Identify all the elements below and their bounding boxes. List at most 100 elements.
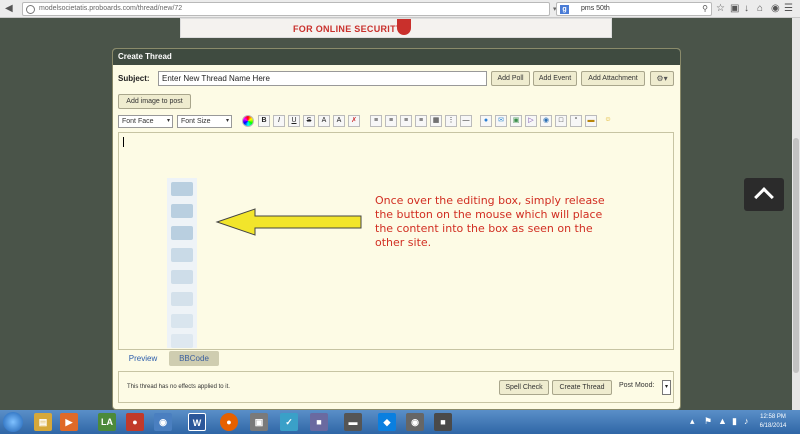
options-gear-button[interactable]: ⚙▾ [650, 71, 674, 86]
superscript-button[interactable]: A [318, 115, 330, 127]
page-scrollbar[interactable] [792, 18, 800, 410]
editor-toolbar: Font Face ▾ Font Size ▾ B I U S A A ✗ ≡ … [118, 115, 674, 130]
email-icon[interactable]: ✉ [495, 115, 507, 127]
chevron-down-icon: ▾ [225, 118, 229, 124]
globe-icon [26, 5, 35, 14]
app-icon-la[interactable]: LA [98, 413, 116, 431]
create-thread-panel: Create Thread Subject: Add Poll Add Even… [112, 48, 681, 410]
scroll-to-top-button[interactable] [744, 178, 784, 211]
align-left-icon[interactable]: ≡ [370, 115, 382, 127]
underline-button[interactable]: U [288, 115, 300, 127]
tray-volume-icon[interactable]: ♪ [744, 416, 749, 426]
search-input[interactable]: g pms 50th ⚲ [556, 2, 712, 16]
bold-button[interactable]: B [258, 115, 270, 127]
bookmarks-icon[interactable]: ▣ [730, 3, 739, 15]
video-icon[interactable]: ▷ [525, 115, 537, 127]
subject-input[interactable] [158, 71, 487, 86]
tab-bbcode[interactable]: BBCode [169, 351, 219, 366]
file-explorer-icon[interactable]: ▤ [34, 413, 52, 431]
panel-title: Create Thread [118, 52, 172, 61]
flash-icon[interactable]: ◉ [540, 115, 552, 127]
menu-icon[interactable]: ☰ [784, 3, 793, 15]
search-icon[interactable]: ⚲ [702, 4, 708, 13]
app-icon-purple[interactable]: ■ [310, 413, 328, 431]
word-icon[interactable]: W [188, 413, 206, 431]
image-thumbnail [171, 248, 193, 262]
add-image-button[interactable]: Add image to post [118, 94, 191, 109]
tray-flag-icon[interactable]: ⚑ [704, 416, 712, 427]
start-button[interactable] [3, 412, 23, 432]
dropbox-icon[interactable]: ◆ [378, 413, 396, 431]
back-icon[interactable]: ◀ [5, 3, 13, 15]
align-center-icon[interactable]: ≡ [385, 115, 397, 127]
panel-header: Create Thread [113, 49, 680, 65]
quote-icon[interactable]: “ [570, 115, 582, 127]
table-icon[interactable]: ▦ [430, 115, 442, 127]
home-icon[interactable]: ⌂ [757, 3, 763, 15]
app-icon-gray[interactable]: ▣ [250, 413, 268, 431]
thread-effects-note: This thread has no effects applied to it… [127, 384, 230, 390]
media-player-icon[interactable]: ▶ [60, 413, 78, 431]
post-mood-label: Post Mood: [619, 382, 655, 389]
post-footer: This thread has no effects applied to it… [118, 371, 674, 403]
image-thumbnail [171, 182, 193, 196]
smiley-icon[interactable]: ☺ [602, 115, 614, 127]
message-editor[interactable]: Once over the editing box, simply releas… [118, 132, 674, 350]
app-icon-blue[interactable]: ◉ [154, 413, 172, 431]
post-mood-select[interactable]: ▾ [662, 380, 671, 395]
url-bar[interactable]: modelsocietatis.proboards.com/thread/new… [22, 2, 571, 16]
add-event-button[interactable]: Add Event [533, 71, 577, 86]
code-icon[interactable]: □ [555, 115, 567, 127]
browser-toolbar: ◀ modelsocietatis.proboards.com/thread/n… [0, 0, 800, 18]
strikethrough-button[interactable]: S [303, 115, 315, 127]
download-icon[interactable]: ↓ [744, 3, 749, 15]
tray-arrow-icon[interactable]: ▴ [690, 416, 695, 427]
scrollbar-thumb[interactable] [793, 138, 799, 373]
create-thread-button[interactable]: Create Thread [552, 380, 612, 395]
tray-battery-icon[interactable]: ▮ [732, 416, 737, 427]
image-thumbnail [171, 334, 193, 348]
tray-network-icon[interactable]: ▲ [718, 416, 727, 426]
subject-label: Subject: [118, 74, 150, 83]
app-icon-dark[interactable]: ▬ [344, 413, 362, 431]
gear-icon: ⚙▾ [656, 74, 668, 83]
spell-check-button[interactable]: Spell Check [499, 380, 549, 395]
chevron-up-icon [754, 187, 774, 207]
tab-preview[interactable]: Preview [123, 351, 163, 366]
italic-button[interactable]: I [273, 115, 285, 127]
align-right-icon[interactable]: ≡ [400, 115, 412, 127]
image-icon[interactable]: ▣ [510, 115, 522, 127]
app-icon-teal[interactable]: ✓ [280, 413, 298, 431]
color-picker-icon[interactable] [242, 115, 254, 127]
add-poll-button[interactable]: Add Poll [491, 71, 530, 86]
bookmark-star-icon[interactable]: ☆ [716, 3, 725, 15]
app-icon-red[interactable]: ● [126, 413, 144, 431]
ad-banner-text: FOR ONLINE SECURITY [293, 24, 403, 34]
list-icon[interactable]: ⋮ [445, 115, 457, 127]
app-icon-black[interactable]: ■ [434, 413, 452, 431]
add-attachment-button[interactable]: Add Attachment [581, 71, 645, 86]
font-face-select[interactable]: Font Face ▾ [118, 115, 173, 128]
windows-taskbar: ▤ ▶ LA ● ◉ W ● ▣ ✓ ■ ▬ ◆ ◉ ■ ▴ ⚑ ▲ ▮ ♪ 1… [0, 410, 800, 434]
addon-icon[interactable]: ◉ [771, 3, 780, 15]
text-caret [123, 137, 124, 147]
font-size-select[interactable]: Font Size ▾ [177, 115, 232, 128]
font-face-label: Font Face [122, 118, 154, 125]
shield-icon [397, 19, 411, 35]
url-text: modelsocietatis.proboards.com/thread/new… [39, 5, 183, 12]
clock-date: 6/18/2014 [759, 423, 787, 429]
dragged-image-strip[interactable] [167, 178, 197, 348]
horizontal-rule-icon[interactable]: ― [460, 115, 472, 127]
image-thumbnail [171, 226, 193, 240]
subscript-button[interactable]: A [333, 115, 345, 127]
app-icon-camera[interactable]: ◉ [406, 413, 424, 431]
search-engine-icon: g [560, 5, 569, 14]
remove-format-icon[interactable]: ✗ [348, 115, 360, 127]
image-thumbnail [171, 292, 193, 306]
justify-icon[interactable]: ≡ [415, 115, 427, 127]
spoiler-icon[interactable]: ▬ [585, 115, 597, 127]
ad-banner[interactable]: FOR ONLINE SECURITY [180, 18, 612, 38]
taskbar-clock[interactable]: 12:58 PM 6/18/2014 [756, 413, 790, 431]
firefox-icon[interactable]: ● [220, 413, 238, 431]
link-icon[interactable]: ● [480, 115, 492, 127]
